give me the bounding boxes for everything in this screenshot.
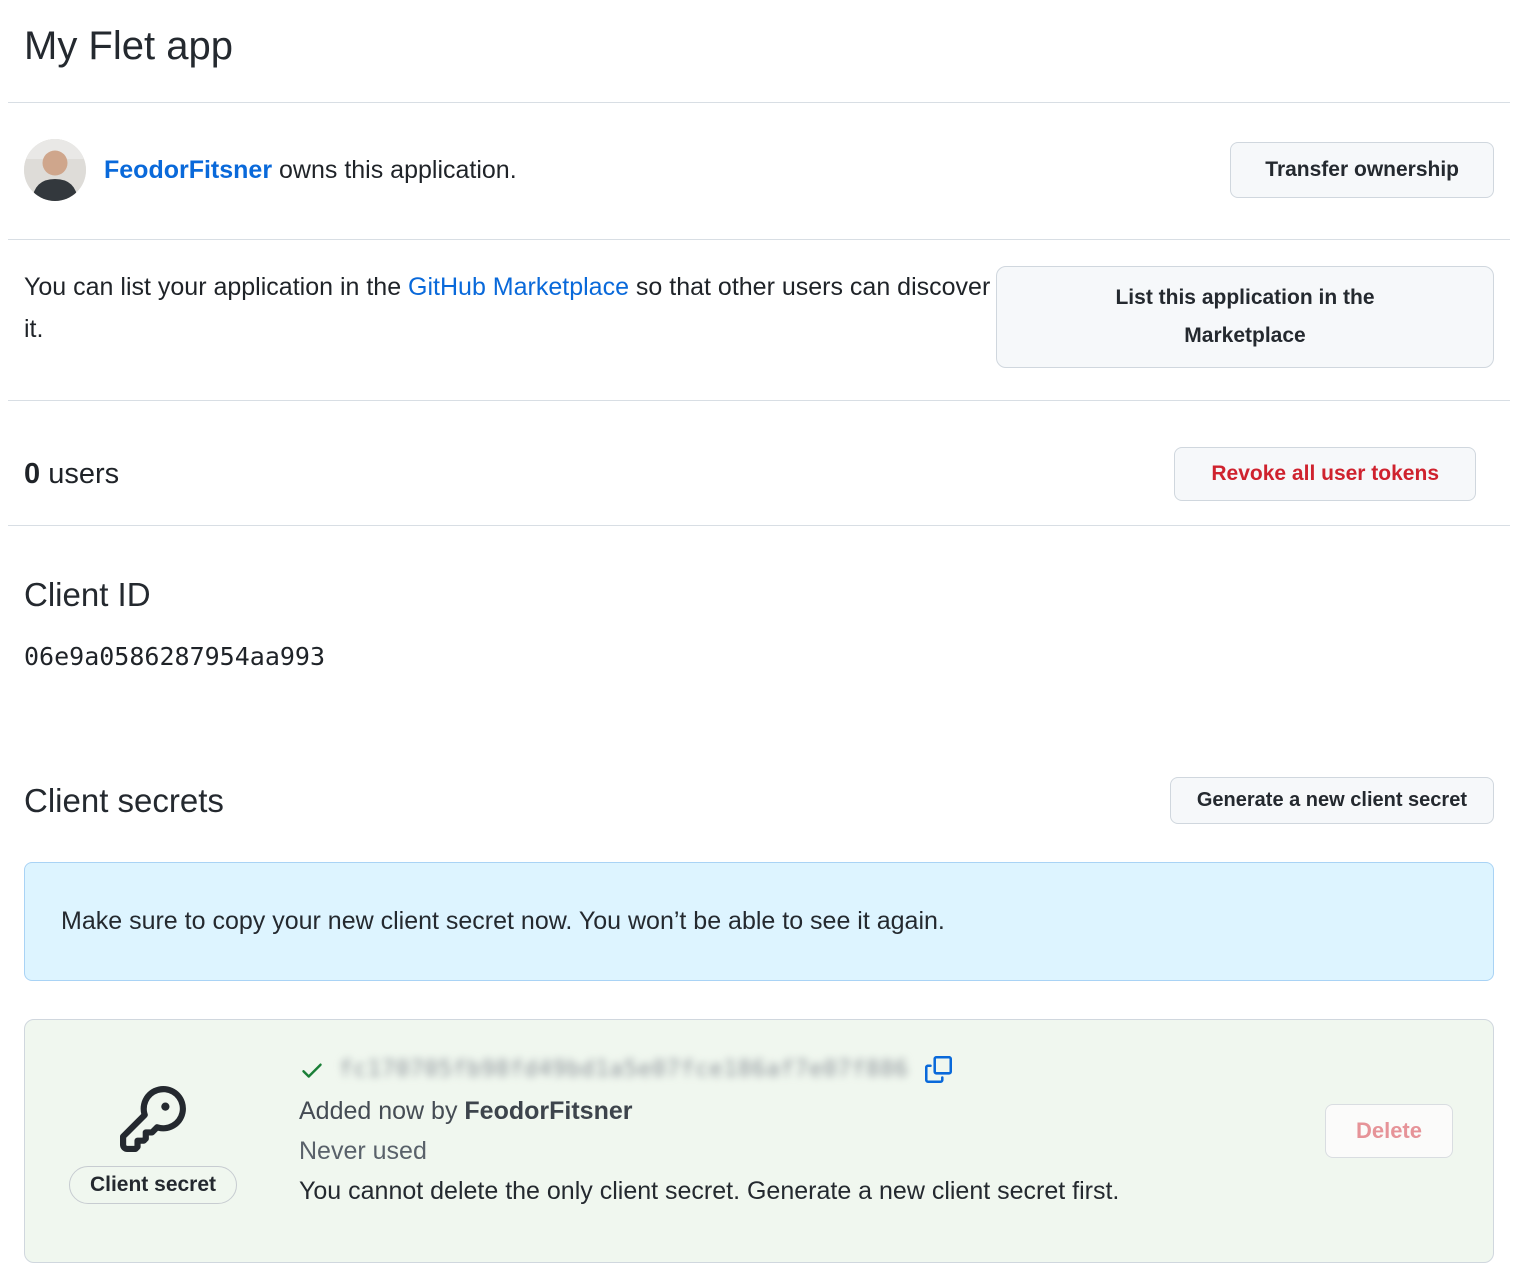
secret-added-line: Added now by FeodorFitsner (299, 1097, 1289, 1126)
owner-suffix: owns this application. (272, 156, 517, 184)
users-section: 0 users Revoke all user tokens (24, 401, 1494, 525)
divider (8, 525, 1510, 526)
transfer-ownership-button[interactable]: Transfer ownership (1230, 142, 1494, 198)
check-icon (299, 1057, 325, 1083)
avatar[interactable] (24, 139, 86, 201)
page-title: My Flet app (24, 14, 1494, 70)
copy-secret-notice-text: Make sure to copy your new client secret… (61, 907, 945, 935)
secret-usage-line: Never used (299, 1137, 1289, 1166)
users-count: 0 (24, 458, 40, 490)
secret-value-row: fc170705fb98fd49bd1a5e07fce186af7e07f886 (299, 1056, 1289, 1083)
client-secret-badge: Client secret (69, 1166, 237, 1204)
secret-added-prefix: Added now by (299, 1097, 464, 1125)
client-secret-card: Client secret fc170705fb98fd49bd1a5e07fc… (24, 1019, 1494, 1263)
marketplace-text: You can list your application in the Git… (24, 266, 996, 350)
delete-secret-button[interactable]: Delete (1325, 1104, 1453, 1158)
client-secrets-header: Client secrets Generate a new client sec… (24, 777, 1494, 824)
owner-section: FeodorFitsner owns this application. Tra… (24, 103, 1494, 239)
secret-added-by: FeodorFitsner (464, 1097, 632, 1125)
revoke-all-user-tokens-button[interactable]: Revoke all user tokens (1174, 447, 1476, 501)
owner-link[interactable]: FeodorFitsner (104, 156, 272, 184)
secret-delete-note: You cannot delete the only client secret… (299, 1177, 1289, 1206)
list-in-marketplace-button[interactable]: List this application in the Marketplace (996, 266, 1494, 368)
generate-client-secret-button[interactable]: Generate a new client secret (1170, 777, 1494, 824)
owner-text: FeodorFitsner owns this application. (104, 156, 517, 185)
client-secret-identity: Client secret (65, 1086, 241, 1204)
client-id-section: Client ID 06e9a0586287954aa993 (24, 576, 1494, 671)
marketplace-text-before: You can list your application in the (24, 273, 408, 301)
client-secrets-heading: Client secrets (24, 782, 224, 820)
users-label: users (40, 458, 119, 490)
github-marketplace-link[interactable]: GitHub Marketplace (408, 273, 629, 301)
copy-icon[interactable] (925, 1056, 952, 1083)
client-secret-details: fc170705fb98fd49bd1a5e07fce186af7e07f886… (299, 1056, 1289, 1206)
owner-photo (24, 139, 86, 201)
copy-secret-notice: Make sure to copy your new client secret… (24, 862, 1494, 981)
marketplace-section: You can list your application in the Git… (24, 240, 1494, 400)
masked-client-secret: fc170705fb98fd49bd1a5e07fce186af7e07f886 (339, 1057, 909, 1082)
key-icon (120, 1086, 186, 1152)
client-id-heading: Client ID (24, 576, 1494, 614)
oauth-app-settings-page: My Flet app FeodorFitsner owns this appl… (0, 0, 1518, 1263)
client-id-value: 06e9a0586287954aa993 (24, 642, 1494, 671)
users-count-text: 0 users (24, 458, 119, 491)
